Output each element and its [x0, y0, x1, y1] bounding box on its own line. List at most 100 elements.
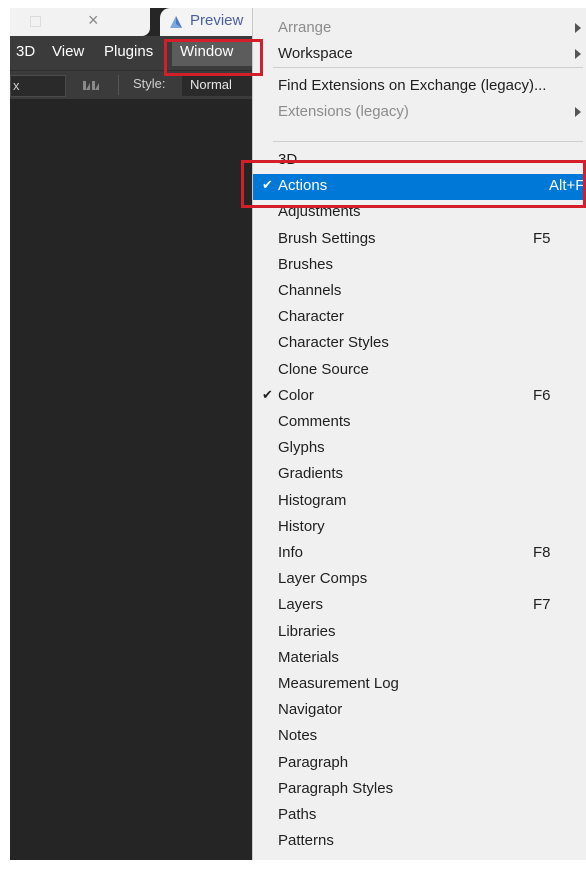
menu-separator [273, 141, 583, 142]
menu-item-gradients[interactable]: Gradients [253, 462, 586, 488]
menu-item-notes[interactable]: Notes [253, 724, 586, 750]
menu-item-3d[interactable]: 3D [253, 148, 586, 174]
menu-item-history[interactable]: History [253, 515, 586, 541]
menu-item-workspace[interactable]: Workspace [253, 42, 586, 68]
menu-item-label: Patterns [278, 832, 334, 850]
menu-item-label: Channels [278, 282, 342, 299]
submenu-arrow-icon [575, 49, 581, 60]
checkmark-icon: ✔ [262, 386, 273, 402]
menu-item-adjustments[interactable]: Adjustments [253, 200, 586, 226]
menu-item-paths[interactable]: Paths [253, 803, 586, 829]
menu-item-materials[interactable]: Materials [253, 646, 586, 672]
background-tab[interactable]: × [10, 8, 150, 36]
style-select[interactable]: Normal [182, 74, 252, 96]
menu-window-label: Window [180, 43, 234, 60]
menu-view[interactable]: View [52, 43, 84, 60]
menu-item-label: Materials [278, 648, 339, 666]
menu-item-label: Paths [278, 806, 317, 823]
style-select-value: Normal [190, 77, 232, 92]
menu-item-clone-source[interactable]: Clone Source [253, 358, 586, 384]
menu-item-label: Workspace [278, 45, 353, 63]
menu-item-actions[interactable]: ✔ Actions Alt+F9 [253, 174, 586, 201]
menu-item-character-styles[interactable]: Character Styles [253, 331, 586, 357]
menu-item-label: 3D [278, 151, 298, 168]
menu-item-label: Adjustments [278, 203, 361, 221]
window-menu-dropdown: Arrange Workspace Find Extensions on Excha… [252, 8, 586, 860]
menu-item-label: Clone Source [278, 360, 369, 378]
menu-item-brush-settings[interactable]: Brush Settings F5 [253, 227, 586, 253]
menu-item-label: Navigator [278, 701, 343, 719]
options-divider [118, 75, 119, 95]
preview-app-icon [170, 16, 182, 28]
menu-item-label: Layer Comps [278, 570, 368, 588]
menu-item-shortcut: F8 [533, 544, 551, 561]
maximize-icon[interactable] [30, 16, 41, 27]
menu-item-paragraph[interactable]: Paragraph [253, 751, 586, 777]
menu-item-shortcut: Alt+F9 [549, 177, 586, 195]
menu-item-label: Comments [278, 413, 351, 430]
menu-item-label: Measurement Log [278, 675, 399, 692]
menu-item-properties[interactable]: ✔ Properties [253, 855, 586, 860]
menu-item-label: Actions [278, 177, 328, 195]
menu-bar: 3D View Plugins Window [10, 36, 252, 70]
menu-item-label: Character [278, 308, 344, 326]
menu-item-comments[interactable]: Comments [253, 410, 586, 436]
menu-item-label: Properties [278, 858, 346, 860]
menu-item-label: Notes [278, 727, 318, 745]
menu-item-color[interactable]: ✔ Color F6 [253, 384, 586, 410]
menu-item-label: Arrange [278, 19, 332, 36]
menu-item-label: Character Styles [278, 334, 389, 352]
menu-3d[interactable]: 3D [16, 43, 35, 60]
menu-item-label: Info [278, 544, 304, 561]
checkmark-icon: ✔ [262, 177, 273, 193]
style-label: Style: [133, 76, 166, 91]
menu-item-label: Glyphs [278, 439, 325, 457]
canvas-area[interactable] [10, 99, 252, 860]
menu-item-shortcut: F7 [533, 596, 551, 614]
menu-plugins[interactable]: Plugins [104, 43, 153, 60]
menu-item-label: Paragraph [278, 753, 349, 771]
menu-item-extensions-legacy[interactable]: Extensions (legacy) [253, 100, 586, 126]
checkmark-icon: ✔ [262, 858, 273, 860]
menu-item-label: Brush Settings [278, 229, 376, 247]
options-bar: x Style: Normal [10, 70, 252, 99]
menu-item-label: Color [278, 386, 314, 404]
menu-item-histogram[interactable]: Histogram [253, 489, 586, 515]
align-edges-icon[interactable] [82, 78, 100, 91]
menu-item-label: Extensions (legacy) [278, 103, 409, 121]
menu-item-paragraph-styles[interactable]: Paragraph Styles [253, 777, 586, 803]
tab-strip: × Preview [10, 8, 252, 36]
menu-item-measurement-log[interactable]: Measurement Log [253, 672, 586, 698]
menu-item-label: Gradients [278, 465, 344, 483]
menu-item-navigator[interactable]: Navigator [253, 698, 586, 724]
menu-item-label: Libraries [278, 622, 336, 640]
menu-item-label: Brushes [278, 255, 334, 273]
options-value-text: x [13, 78, 20, 93]
menu-item-label: Find Extensions on Exchange (legacy)... [278, 77, 547, 94]
photoshop-window: × Preview 3D View Plugins Window x Style… [10, 8, 586, 860]
menu-item-find-extensions-on-exchange-legacy[interactable]: Find Extensions on Exchange (legacy)... [253, 74, 586, 100]
options-value-field[interactable]: x [10, 75, 66, 97]
close-icon[interactable]: × [88, 10, 99, 31]
submenu-arrow-icon [575, 23, 581, 33]
menu-item-arrange[interactable]: Arrange [253, 16, 586, 42]
menu-item-channels[interactable]: Channels [253, 279, 586, 305]
menu-item-libraries[interactable]: Libraries [253, 620, 586, 646]
menu-item-info[interactable]: Info F8 [253, 541, 586, 567]
menu-item-label: History [278, 517, 325, 535]
menu-item-brushes[interactable]: Brushes [253, 253, 586, 279]
menu-item-label: Paragraph Styles [278, 779, 394, 797]
menu-window[interactable]: Window [172, 40, 252, 66]
menu-item-character[interactable]: Character [253, 305, 586, 331]
menu-item-label: Histogram [278, 491, 347, 509]
menu-item-shortcut: F6 [533, 386, 551, 404]
submenu-arrow-icon [575, 107, 581, 118]
menu-item-glyphs[interactable]: Glyphs [253, 436, 586, 462]
menu-item-shortcut: F5 [533, 229, 551, 247]
tab-preview-label: Preview [190, 12, 244, 29]
menu-separator [273, 67, 583, 68]
menu-item-layers[interactable]: Layers F7 [253, 593, 586, 619]
tab-preview[interactable]: Preview [160, 8, 252, 36]
menu-item-layer-comps[interactable]: Layer Comps [253, 567, 586, 593]
menu-item-patterns[interactable]: Patterns [253, 829, 586, 855]
